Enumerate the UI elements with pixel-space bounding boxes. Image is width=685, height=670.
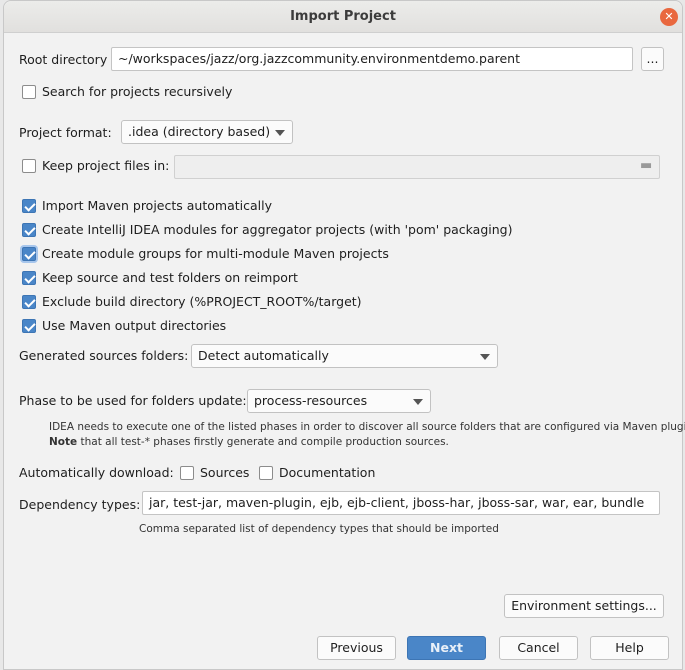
option-label: Create IntelliJ IDEA modules for aggrega…: [42, 222, 513, 237]
keep-files-label: Keep project files in:: [42, 158, 170, 173]
phase-select[interactable]: process-resources: [247, 389, 431, 413]
option-checkbox[interactable]: [22, 199, 36, 213]
title-bar: Import Project ✕: [4, 1, 682, 33]
close-icon[interactable]: ✕: [660, 8, 678, 26]
phase-note-2: Note that all test-* phases firstly gene…: [49, 436, 449, 448]
option-label: Create module groups for multi-module Ma…: [42, 246, 389, 261]
dependency-types-input[interactable]: jar, test-jar, maven-plugin, ejb, ejb-cl…: [142, 491, 660, 515]
option-label: Exclude build directory (%PROJECT_ROOT%/…: [42, 294, 362, 309]
project-format-value: .idea (directory based): [128, 124, 271, 139]
root-directory-input[interactable]: ~/workspaces/jazz/org.jazzcommunity.envi…: [111, 47, 633, 71]
import-project-dialog: Import Project ✕ Root directory ~/worksp…: [3, 0, 685, 670]
phase-value: process-resources: [254, 393, 368, 408]
dependency-types-hint: Comma separated list of dependency types…: [139, 523, 499, 535]
note-bold: Note: [49, 436, 78, 448]
cancel-button[interactable]: Cancel: [499, 636, 578, 660]
sources-label: Sources: [200, 465, 250, 480]
help-button[interactable]: Help: [590, 636, 669, 660]
chevron-down-icon: [413, 399, 423, 405]
generated-sources-value: Detect automatically: [198, 348, 329, 363]
documentation-checkbox[interactable]: [259, 466, 273, 480]
option-label: Keep source and test folders on reimport: [42, 270, 298, 285]
option-checkbox[interactable]: [22, 295, 36, 309]
next-button[interactable]: Next: [407, 636, 486, 660]
project-format-select[interactable]: .idea (directory based): [121, 120, 293, 144]
search-recursive-label: Search for projects recursively: [42, 84, 233, 99]
generated-sources-label: Generated sources folders:: [19, 348, 189, 363]
keep-files-checkbox[interactable]: [22, 159, 36, 173]
sources-checkbox[interactable]: [180, 466, 194, 480]
search-recursive-checkbox[interactable]: [22, 85, 36, 99]
chevron-down-icon: [480, 354, 490, 360]
option-checkbox[interactable]: [22, 319, 36, 333]
keep-files-input[interactable]: [174, 155, 660, 179]
option-label: Import Maven projects automatically: [42, 198, 272, 213]
documentation-label: Documentation: [279, 465, 376, 480]
root-directory-label: Root directory: [19, 52, 108, 67]
previous-button[interactable]: Previous: [317, 636, 396, 660]
project-format-label: Project format:: [19, 125, 112, 140]
note-text: that all test-* phases firstly generate …: [77, 436, 449, 448]
chevron-down-icon: [275, 130, 285, 136]
folder-icon[interactable]: ▬: [640, 158, 652, 173]
generated-sources-select[interactable]: Detect automatically: [191, 344, 498, 368]
option-label: Use Maven output directories: [42, 318, 227, 333]
browse-button[interactable]: ...: [641, 47, 664, 71]
environment-settings-button[interactable]: Environment settings...: [504, 594, 664, 618]
phase-note: IDEA needs to execute one of the listed …: [49, 421, 685, 433]
dependency-types-label: Dependency types:: [19, 497, 141, 512]
dialog-title: Import Project: [290, 9, 396, 24]
option-checkbox[interactable]: [22, 271, 36, 285]
phase-label: Phase to be used for folders update:: [19, 393, 247, 408]
option-checkbox[interactable]: [22, 223, 36, 237]
option-checkbox[interactable]: [22, 247, 36, 261]
auto-download-label: Automatically download:: [19, 465, 174, 480]
